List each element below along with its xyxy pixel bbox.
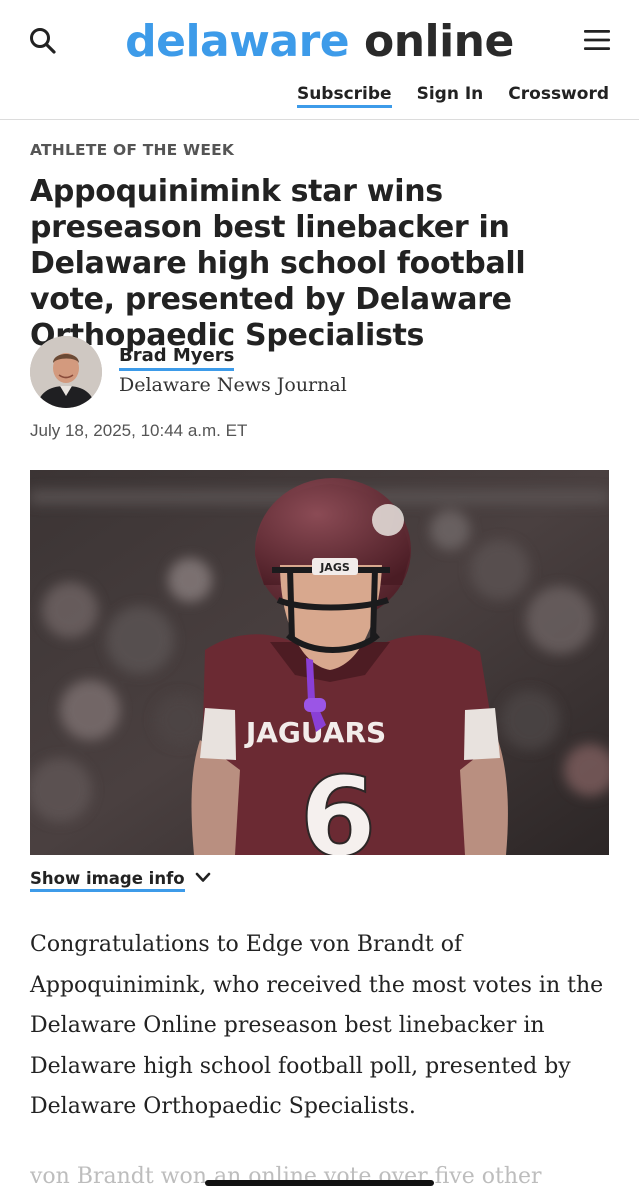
show-image-info-label: Show image info bbox=[30, 868, 185, 892]
logo-rest: online bbox=[363, 16, 514, 67]
article-headline: Appoquinimink star wins preseason best l… bbox=[30, 174, 526, 353]
subscribe-link[interactable]: Subscribe bbox=[296, 83, 392, 108]
author-organization: Delaware News Journal bbox=[119, 374, 347, 396]
article-body-next-line: von Brandt won an online vote over five … bbox=[30, 1164, 542, 1189]
publish-date: July 18, 2025, 10:44 a.m. ET bbox=[30, 421, 248, 440]
article-kicker[interactable]: ATHLETE OF THE WEEK bbox=[30, 141, 234, 159]
article-body-paragraph: Congratulations to Edge von Brandt of Ap… bbox=[30, 932, 604, 1119]
author-name-link[interactable]: Brad Myers bbox=[119, 344, 235, 371]
crossword-link[interactable]: Crossword bbox=[508, 83, 609, 108]
site-logo[interactable]: delaware online bbox=[0, 14, 639, 70]
jersey-number: 6 bbox=[300, 753, 377, 855]
top-nav: Subscribe Sign In Crossword bbox=[296, 83, 609, 108]
article-hero-image[interactable]: JAGUARS 6 JAGS bbox=[30, 470, 609, 855]
show-image-info-button[interactable]: Show image info bbox=[30, 868, 211, 892]
sign-in-link[interactable]: Sign In bbox=[417, 83, 484, 108]
hamburger-menu-icon[interactable] bbox=[582, 27, 612, 53]
home-indicator[interactable] bbox=[205, 1180, 434, 1186]
author-avatar[interactable] bbox=[30, 336, 102, 408]
site-header: delaware online Subscribe Sign In Crossw… bbox=[0, 0, 639, 120]
chevron-down-icon bbox=[195, 871, 211, 889]
helmet-label: JAGS bbox=[319, 561, 350, 574]
logo-brand: delaware bbox=[125, 16, 350, 67]
